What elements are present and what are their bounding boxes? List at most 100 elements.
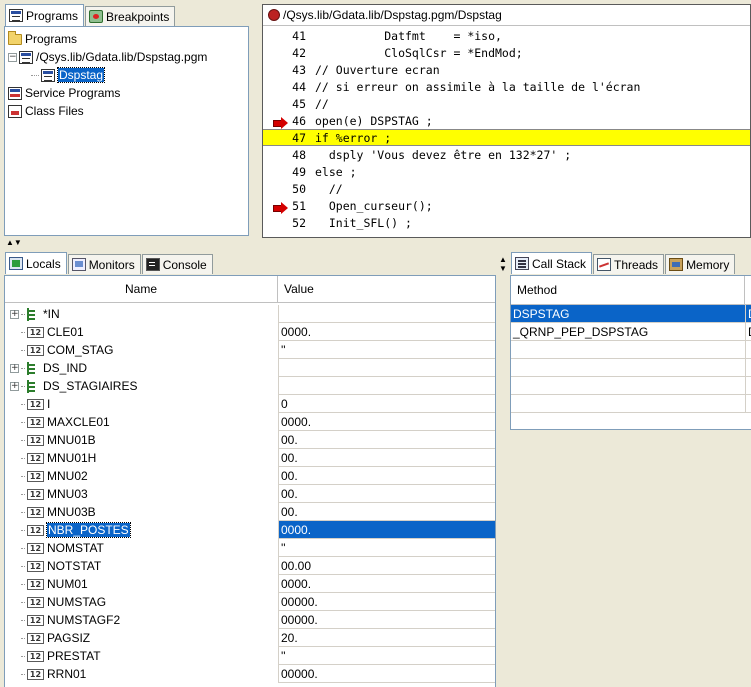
code-line-44[interactable]: 44// si erreur on assimile à la taille d…	[263, 78, 750, 95]
code-line-51[interactable]: 51 Open_curseur();	[263, 197, 750, 214]
variable-row[interactable]: 12 CLE01	[10, 323, 84, 341]
code-area[interactable]: 41 Datfmt = *iso, 42 CloSqlCsr = *EndMod…	[263, 27, 750, 237]
variable-row[interactable]: 12 NBR_POSTES	[10, 521, 131, 539]
code-line-49[interactable]: 49 else ;	[263, 163, 750, 180]
variable-value[interactable]: ''	[278, 539, 495, 557]
variable-value[interactable]: 00.	[278, 431, 495, 449]
column-header-value[interactable]: Value	[278, 276, 495, 303]
column-header-extra[interactable]	[745, 276, 751, 305]
code-line-42[interactable]: 42 CloSqlCsr = *EndMod;	[263, 44, 750, 61]
tree-item-module[interactable]: Dspstag	[31, 66, 106, 84]
variable-name: CLE01	[47, 325, 84, 339]
variable-value[interactable]: 00.	[278, 485, 495, 503]
column-header-method[interactable]: Method	[511, 276, 745, 305]
code-line-47-current[interactable]: 47 if %error ;	[263, 129, 750, 146]
variable-row[interactable]: 12 NOMSTAT	[10, 539, 104, 557]
variable-row[interactable]: 12 NUMSTAG	[10, 593, 106, 611]
variable-value[interactable]: 00.00	[278, 557, 495, 575]
sash-up-down-icon[interactable]: ▲▼	[6, 239, 22, 247]
structure-icon	[27, 361, 37, 375]
variable-value[interactable]: 0000.	[278, 413, 495, 431]
variable-value[interactable]: 0000.	[278, 575, 495, 593]
variable-value[interactable]	[278, 305, 495, 323]
tree-item-programs[interactable]: Programs	[8, 30, 77, 48]
tab-call-stack[interactable]: Call Stack	[511, 252, 593, 274]
variable-value[interactable]: 0000.	[278, 521, 495, 539]
code-line-52[interactable]: 52 Init_SFL() ;	[263, 214, 750, 231]
source-editor: /Qsys.lib/Gdata.lib/Dspstag.pgm/Dspstag …	[262, 4, 751, 238]
variable-value[interactable]: 00.	[278, 467, 495, 485]
variable-row[interactable]: 12 PAGSIZ	[10, 629, 90, 647]
numeric-variable-icon: 12	[27, 668, 44, 680]
call-stack-table: Method DSPSTAGD_QRNP_PEP_DSPSTAGD	[510, 275, 751, 430]
tab-locals[interactable]: Locals	[5, 252, 67, 274]
call-stack-row[interactable]	[511, 377, 745, 395]
call-stack-extra	[745, 395, 751, 413]
tree-connector	[21, 619, 25, 621]
call-stack-row[interactable]: _QRNP_PEP_DSPSTAG	[511, 323, 745, 341]
numeric-variable-icon: 12	[27, 632, 44, 644]
variable-value[interactable]: ''	[278, 647, 495, 665]
variable-row[interactable]: 12 MAXCLE01	[10, 413, 110, 431]
variable-value[interactable]: 0000.	[278, 323, 495, 341]
variable-value[interactable]	[278, 377, 495, 395]
variable-value[interactable]: ''	[278, 341, 495, 359]
variable-row[interactable]: 12 MNU03	[10, 485, 88, 503]
structure-icon	[27, 379, 37, 393]
numeric-variable-icon: 12	[27, 596, 44, 608]
tab-memory[interactable]: Memory	[665, 254, 736, 274]
variable-row[interactable]: 12 MNU02	[10, 467, 88, 485]
tree-item-service-programs[interactable]: Service Programs	[8, 84, 120, 102]
variable-row[interactable]: 12 COM_STAG	[10, 341, 113, 359]
variable-row[interactable]: 12 I	[10, 395, 50, 413]
tree-connector	[21, 511, 25, 513]
call-stack-row[interactable]: DSPSTAG	[511, 305, 745, 323]
variable-value[interactable]	[278, 359, 495, 377]
call-stack-row[interactable]	[511, 341, 745, 359]
tab-programs[interactable]: Programs	[5, 4, 85, 26]
variable-row[interactable]: 12 NOTSTAT	[10, 557, 101, 575]
sash-left-right-icon[interactable]: ▲ ▼	[499, 255, 507, 273]
variable-row[interactable]: + DS_STAGIAIRES	[10, 377, 137, 395]
variable-row[interactable]: 12 NUMSTAGF2	[10, 611, 120, 629]
code-line-50[interactable]: 50 //	[263, 180, 750, 197]
expand-toggle[interactable]: +	[10, 309, 19, 319]
variable-value[interactable]: 00000.	[278, 593, 495, 611]
tab-console[interactable]: Console	[141, 254, 213, 274]
call-stack-row[interactable]	[511, 359, 745, 377]
tree-connector	[21, 421, 25, 423]
code-line-46[interactable]: 46 open(e) DSPSTAG ;	[263, 112, 750, 129]
variable-row[interactable]: 12 MNU01H	[10, 449, 96, 467]
call-stack-row[interactable]	[511, 395, 745, 413]
tree-item-program-path[interactable]: − /Qsys.lib/Gdata.lib/Dspstag.pgm	[8, 48, 207, 66]
tree-item-class-files[interactable]: Class Files	[8, 102, 84, 120]
tab-monitors[interactable]: Monitors	[67, 254, 141, 274]
variable-value[interactable]: 20.	[278, 629, 495, 647]
variable-row[interactable]: 12 RRN01	[10, 665, 86, 683]
tab-threads[interactable]: Threads	[593, 254, 665, 274]
call-stack-extra	[745, 341, 751, 359]
column-header-name[interactable]: Name	[5, 276, 278, 303]
variable-row[interactable]: 12 NUM01	[10, 575, 88, 593]
expand-toggle[interactable]: +	[10, 381, 19, 391]
expand-toggle[interactable]: +	[10, 363, 19, 373]
variable-row[interactable]: + *IN	[10, 305, 60, 323]
variable-row[interactable]: + DS_IND	[10, 359, 87, 377]
variable-value[interactable]: 00000.	[278, 665, 495, 683]
variable-row[interactable]: 12 MNU03B	[10, 503, 96, 521]
variable-row[interactable]: 12 MNU01B	[10, 431, 96, 449]
tree-connector	[21, 367, 25, 369]
code-line-48[interactable]: 48 dsply 'Vous devez être en 132*27' ;	[263, 146, 750, 163]
numeric-variable-icon: 12	[27, 614, 44, 626]
variable-value[interactable]: 00.	[278, 449, 495, 467]
variable-value[interactable]: 00.	[278, 503, 495, 521]
variable-value[interactable]: 00000.	[278, 611, 495, 629]
variable-value[interactable]: 0	[278, 395, 495, 413]
numeric-variable-icon: 12	[27, 578, 44, 590]
code-line-43[interactable]: 43// Ouverture ecran	[263, 61, 750, 78]
code-line-41[interactable]: 41 Datfmt = *iso,	[263, 27, 750, 44]
tab-breakpoints[interactable]: Breakpoints	[85, 6, 176, 26]
variable-row[interactable]: 12 PRESTAT	[10, 647, 101, 665]
code-line-45[interactable]: 45//	[263, 95, 750, 112]
collapse-toggle[interactable]: −	[8, 52, 17, 62]
